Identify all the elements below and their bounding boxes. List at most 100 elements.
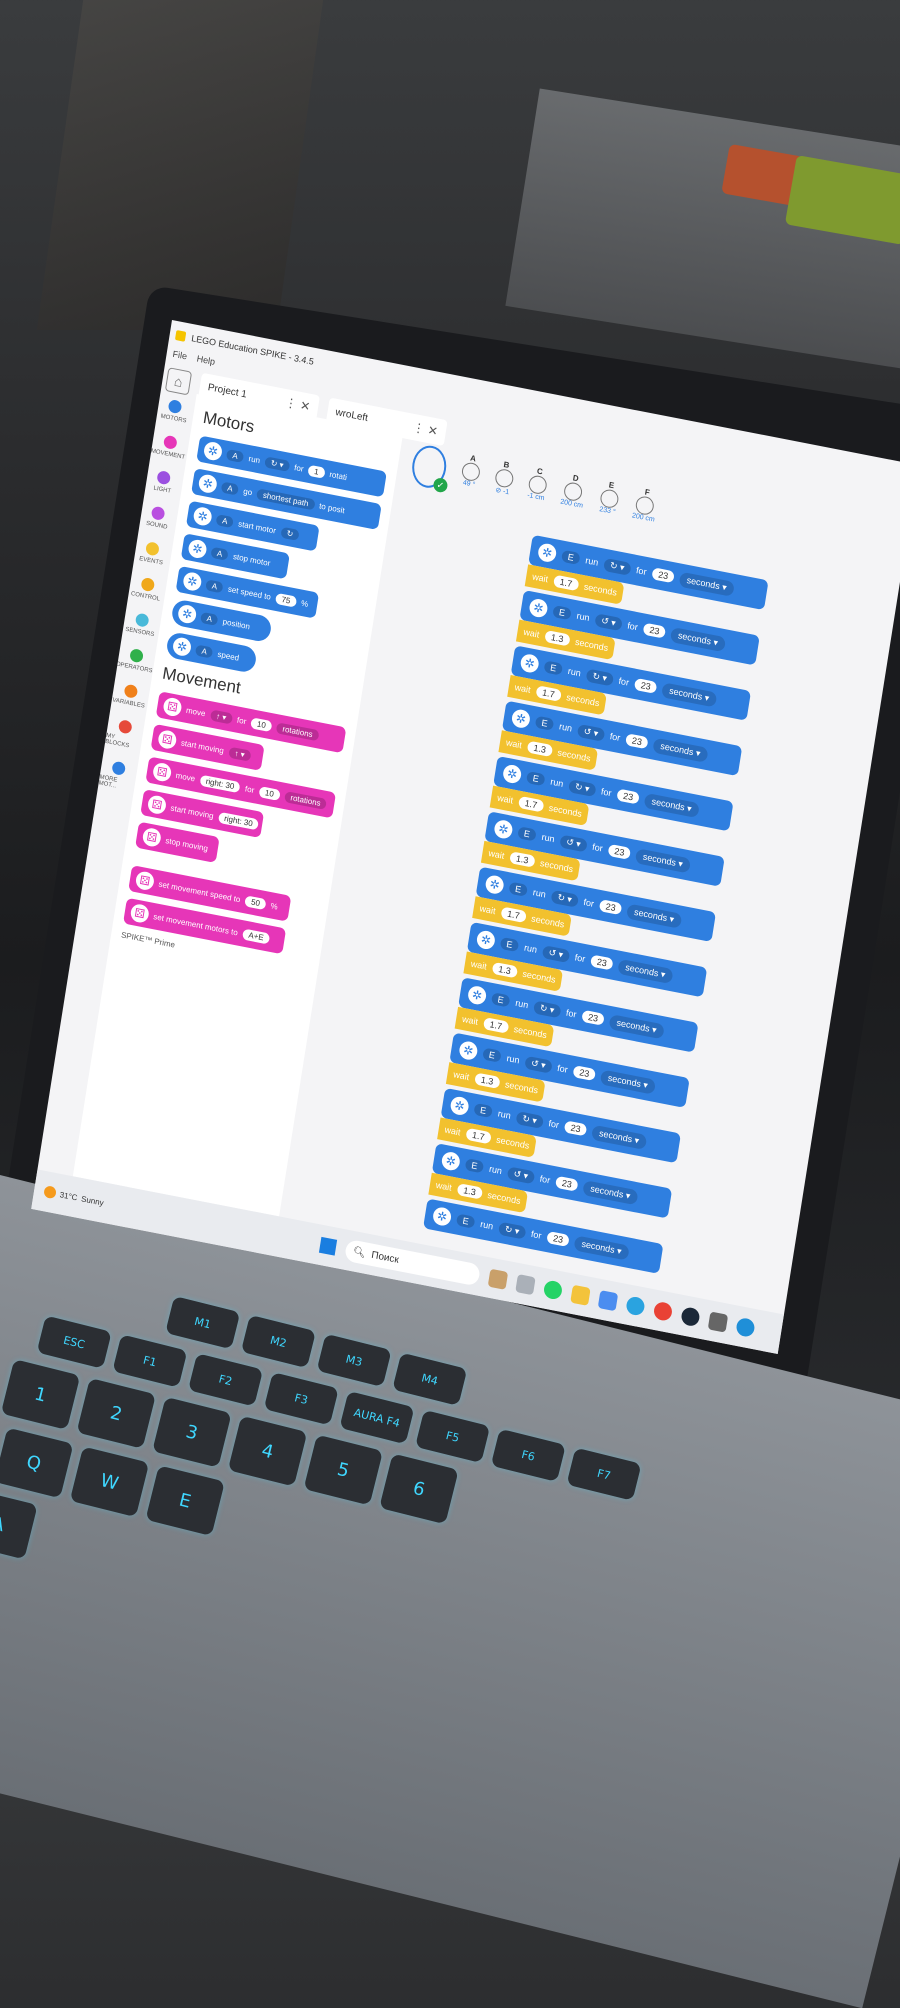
- value-input[interactable]: 23: [607, 843, 632, 860]
- windows-start-icon[interactable]: [318, 1236, 337, 1256]
- port-dropdown[interactable]: A: [205, 578, 224, 593]
- menu-file[interactable]: File: [171, 349, 188, 366]
- value-input[interactable]: 23: [563, 1120, 588, 1137]
- port-dropdown[interactable]: E: [534, 715, 555, 731]
- key-f1[interactable]: F1: [112, 1334, 188, 1388]
- task-view-icon[interactable]: [514, 1273, 536, 1296]
- port-dropdown[interactable]: E: [473, 1102, 493, 1119]
- value-input[interactable]: 1.7: [500, 906, 527, 924]
- category-operators[interactable]: OPERATORS: [115, 646, 155, 674]
- direction-dropdown[interactable]: ↻ ▾: [533, 999, 562, 1018]
- unit-dropdown[interactable]: rotations: [275, 721, 320, 741]
- key-3[interactable]: 3: [152, 1396, 232, 1468]
- unit-dropdown[interactable]: seconds ▾: [661, 681, 718, 708]
- value-input[interactable]: 10: [250, 716, 273, 732]
- direction-dropdown[interactable]: ↺ ▾: [506, 1165, 535, 1184]
- port-dropdown[interactable]: E: [482, 1047, 502, 1063]
- port-dropdown[interactable]: E: [561, 549, 581, 566]
- unit-dropdown[interactable]: seconds ▾: [643, 792, 700, 818]
- value-input[interactable]: 1: [307, 464, 326, 479]
- unit-dropdown[interactable]: seconds ▾: [599, 1068, 656, 1095]
- direction-dropdown[interactable]: ↻ ▾: [515, 1110, 544, 1129]
- direction-dropdown[interactable]: ↻ ▾: [264, 455, 291, 472]
- mode-dropdown[interactable]: shortest path: [256, 487, 316, 510]
- value-input[interactable]: 23: [572, 1065, 597, 1082]
- port-dropdown[interactable]: E: [455, 1213, 476, 1229]
- weather-widget[interactable]: 31°C Sunny: [43, 1185, 104, 1208]
- key-5[interactable]: 5: [303, 1434, 384, 1506]
- unit-dropdown[interactable]: seconds ▾: [626, 903, 683, 929]
- port-dropdown[interactable]: A: [215, 513, 235, 528]
- category-movement[interactable]: MOVEMENT: [150, 433, 187, 461]
- widget-icon[interactable]: [487, 1268, 508, 1290]
- edge-icon[interactable]: [734, 1316, 756, 1338]
- port-dropdown[interactable]: E: [552, 605, 572, 621]
- value-input[interactable]: 23: [642, 622, 667, 639]
- value-input[interactable]: 1.7: [517, 795, 544, 813]
- port-dropdown[interactable]: E: [525, 770, 546, 787]
- key-6[interactable]: 6: [379, 1453, 459, 1525]
- value-input[interactable]: 1.3: [509, 851, 536, 868]
- value-input[interactable]: 23: [625, 733, 649, 750]
- category-motors[interactable]: MOTORS: [160, 398, 189, 425]
- value-input[interactable]: 1.3: [456, 1183, 483, 1200]
- direction-dropdown[interactable]: ↑ ▾: [209, 708, 234, 725]
- key-f5[interactable]: F5: [415, 1409, 491, 1464]
- port-e[interactable]: E 233 °: [598, 479, 621, 516]
- port-dropdown[interactable]: A: [210, 546, 230, 561]
- value-input[interactable]: 23: [598, 899, 623, 916]
- value-input[interactable]: 1.7: [535, 685, 562, 702]
- category-sound[interactable]: SOUND: [146, 505, 171, 531]
- key-f7[interactable]: F7: [566, 1447, 642, 1501]
- motors-dropdown[interactable]: A+E: [241, 927, 271, 945]
- key-1[interactable]: 1: [0, 1359, 81, 1430]
- port-d[interactable]: D 200 cm: [560, 472, 588, 510]
- store-icon[interactable]: [597, 1289, 618, 1312]
- category-more-motors[interactable]: MORE MOT...: [98, 759, 136, 793]
- key-q[interactable]: Q: [0, 1427, 74, 1499]
- key-f2[interactable]: F2: [187, 1353, 264, 1407]
- key-w[interactable]: W: [69, 1446, 150, 1518]
- unit-dropdown[interactable]: seconds ▾: [617, 958, 674, 984]
- value-input[interactable]: 23: [616, 788, 640, 805]
- direction-dropdown[interactable]: ↻ ▾: [498, 1221, 527, 1240]
- category-variables[interactable]: VARIABLES: [112, 682, 148, 710]
- unit-dropdown[interactable]: seconds ▾: [669, 626, 726, 652]
- key-4[interactable]: 4: [227, 1415, 308, 1487]
- direction-dropdown[interactable]: ↺ ▾: [541, 944, 570, 963]
- value-input[interactable]: 1.7: [465, 1127, 492, 1145]
- telegram-icon[interactable]: [624, 1295, 646, 1317]
- unit-dropdown[interactable]: seconds ▾: [582, 1179, 639, 1205]
- direction-dropdown[interactable]: ↺ ▾: [559, 833, 588, 852]
- port-dropdown[interactable]: E: [490, 992, 511, 1008]
- unit-dropdown[interactable]: seconds ▾: [573, 1234, 630, 1261]
- value-input[interactable]: 1.7: [482, 1017, 509, 1034]
- key-f6[interactable]: F6: [490, 1428, 566, 1482]
- value-input[interactable]: 50: [244, 894, 267, 910]
- direction-dropdown[interactable]: ↻ ▾: [568, 778, 597, 797]
- port-dropdown[interactable]: A: [194, 643, 214, 659]
- key-f4[interactable]: AURA F4: [339, 1390, 415, 1445]
- category-light[interactable]: LIGHT: [153, 470, 174, 495]
- port-dropdown[interactable]: A: [200, 611, 219, 626]
- value-input[interactable]: 23: [590, 954, 614, 971]
- value-input[interactable]: 1.3: [491, 961, 518, 979]
- port-dropdown[interactable]: A: [220, 480, 240, 496]
- unit-dropdown[interactable]: seconds ▾: [634, 847, 691, 873]
- direction-dropdown[interactable]: ↻ ▾: [603, 557, 632, 576]
- port-dropdown[interactable]: E: [499, 936, 520, 953]
- category-events[interactable]: EVENTS: [139, 540, 166, 567]
- direction-dropdown[interactable]: ↺ ▾: [594, 612, 623, 631]
- key-a[interactable]: A: [0, 1488, 38, 1560]
- value-input[interactable]: 23: [546, 1231, 570, 1248]
- key-esc[interactable]: ESC: [36, 1315, 112, 1369]
- port-dropdown[interactable]: E: [508, 881, 529, 897]
- value-input[interactable]: 1.3: [474, 1072, 501, 1089]
- port-dropdown[interactable]: A: [225, 448, 245, 463]
- unit-dropdown[interactable]: seconds ▾: [591, 1124, 648, 1150]
- port-b[interactable]: B ⊘ -1: [493, 459, 516, 497]
- hub-icon[interactable]: ✓: [409, 442, 450, 494]
- unit-dropdown[interactable]: rotations: [283, 790, 328, 810]
- steer-input[interactable]: right: 30: [199, 774, 242, 793]
- port-dropdown[interactable]: E: [517, 826, 537, 842]
